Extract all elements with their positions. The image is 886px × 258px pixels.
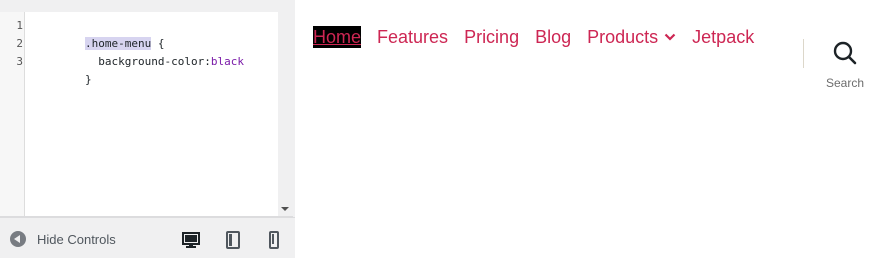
code-text-area[interactable]: .home-menu { background-color:black } xyxy=(26,12,278,216)
line-number: 3 xyxy=(16,55,23,68)
menu-item-features[interactable]: Features xyxy=(377,26,448,48)
tablet-icon xyxy=(226,231,240,249)
line-number-gutter: 1 2 3 xyxy=(0,12,25,216)
search-toggle-button[interactable]: Search xyxy=(815,40,875,90)
arrow-left-circle-icon xyxy=(10,231,26,247)
editor-scrollbar[interactable] xyxy=(278,12,293,216)
menu-item-products[interactable]: Products xyxy=(587,26,676,48)
site-preview: Home Features Pricing Blog Products Jetp… xyxy=(295,0,886,257)
primary-menu: Home Features Pricing Blog Products Jetp… xyxy=(313,26,770,48)
menu-item-pricing[interactable]: Pricing xyxy=(464,26,519,48)
line-number: 2 xyxy=(16,37,23,50)
scroll-down-arrow-icon[interactable] xyxy=(281,207,289,211)
code-brace: } xyxy=(84,73,92,86)
menu-item-jetpack[interactable]: Jetpack xyxy=(692,26,754,48)
menu-item-blog[interactable]: Blog xyxy=(535,26,571,48)
search-label: Search xyxy=(825,76,865,90)
search-icon xyxy=(833,41,857,65)
mobile-icon xyxy=(269,231,279,249)
customizer-footer-controls: Hide Controls xyxy=(0,217,295,258)
menu-item-products-label: Products xyxy=(587,27,659,47)
header-divider xyxy=(803,39,804,68)
menu-item-home[interactable]: Home xyxy=(313,26,362,48)
css-code-editor[interactable]: 1 2 3 .home-menu { background-color:blac… xyxy=(0,12,293,217)
chevron-down-icon[interactable] xyxy=(664,32,676,42)
line-number: 1 xyxy=(16,19,23,32)
hide-controls-label: Hide Controls xyxy=(37,231,116,247)
desktop-icon xyxy=(182,232,200,248)
preview-tablet-button[interactable] xyxy=(222,230,244,250)
code-line-3[interactable]: } xyxy=(32,53,92,107)
preview-mobile-button[interactable] xyxy=(263,230,285,250)
css-value: black xyxy=(210,55,244,68)
hide-controls-button[interactable]: Hide Controls xyxy=(10,229,116,249)
customizer-sidebar: 1 2 3 .home-menu { background-color:blac… xyxy=(0,0,295,258)
preview-desktop-button[interactable] xyxy=(180,230,202,250)
css-property: background-color: xyxy=(84,55,211,68)
